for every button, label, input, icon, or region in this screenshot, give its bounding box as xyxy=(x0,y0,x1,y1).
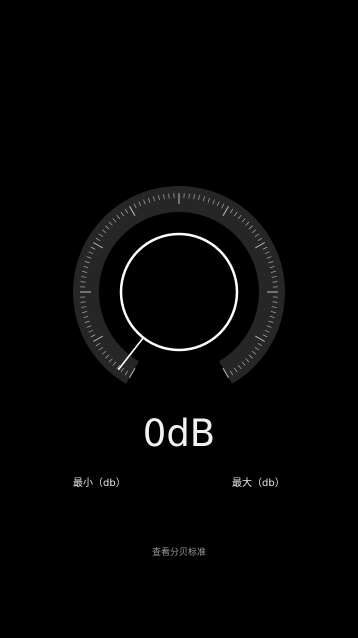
min-db-label: 最小（db） xyxy=(73,478,126,489)
decibel-meter-screen: 0dB 最小（db） 最大（db） 查看分贝标准 xyxy=(0,0,358,638)
view-decibel-standard-link[interactable]: 查看分贝标准 xyxy=(0,545,358,558)
max-db-label: 最大（db） xyxy=(232,478,285,489)
decibel-gauge xyxy=(73,186,285,384)
dial-center-circle xyxy=(119,232,239,352)
decibel-reading: 0dB xyxy=(142,412,216,455)
